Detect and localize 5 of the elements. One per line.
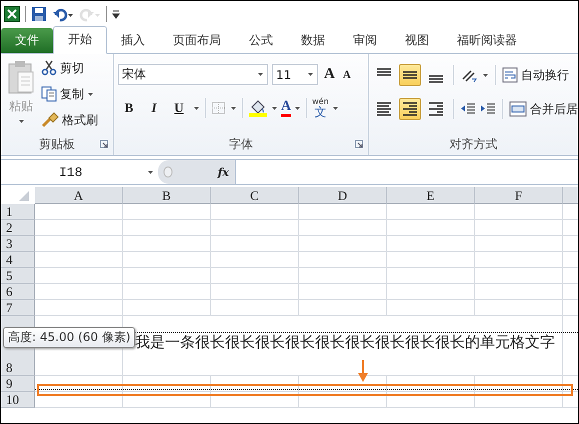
group-label: 字体 — [229, 136, 253, 152]
row-height-tooltip: 高度: 45.00 (60 像素) — [3, 327, 136, 348]
group-label: 对齐方式 — [450, 136, 498, 152]
cell-text: 我是一条很长很长很长很长很长很长很长很长很长的单元格文字 — [135, 333, 555, 351]
group-label: 剪贴板 — [39, 136, 75, 152]
